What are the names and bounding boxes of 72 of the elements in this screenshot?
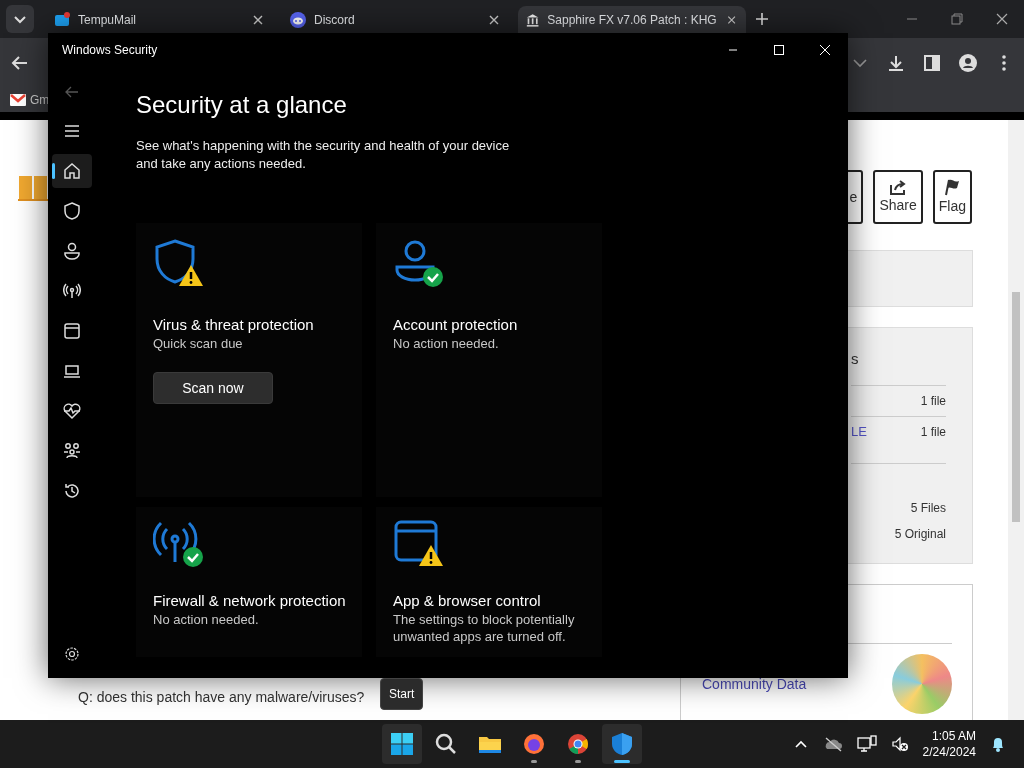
- status-card[interactable]: Virus & threat protection Quick scan due Scan now: [136, 223, 362, 497]
- card-title: App & browser control: [393, 591, 542, 611]
- browser-icon: [566, 732, 590, 756]
- start-button[interactable]: [382, 724, 422, 764]
- flag-icon: [943, 177, 962, 196]
- clock-time[interactable]: 1:05 AM: [922, 728, 976, 744]
- antenna-icon: [62, 282, 81, 300]
- restore-icon[interactable]: [949, 11, 965, 27]
- card-status: No action needed.: [153, 611, 260, 628]
- mail-icon: [54, 11, 70, 28]
- people-icon: [62, 442, 81, 460]
- browser-tab[interactable]: TempuMail: [46, 6, 274, 33]
- side-panel-icon[interactable]: [922, 53, 942, 73]
- scrollbar[interactable]: [1008, 120, 1024, 720]
- card-status: No action needed.: [393, 335, 500, 352]
- avatar-circle: [892, 654, 952, 714]
- total-count: 5 Original: [894, 527, 946, 541]
- chat-app-icon: [290, 11, 306, 28]
- question-text: Q: does this patch have any malware/viruses?: [78, 688, 365, 707]
- search-icon: [434, 732, 458, 756]
- window-icon: [62, 322, 81, 340]
- shield-icon: [610, 732, 634, 756]
- bell-icon[interactable]: [990, 735, 1006, 753]
- card-title: Virus & threat protection: [153, 315, 315, 335]
- laptop-icon: [62, 362, 81, 380]
- history-icon: [62, 482, 81, 500]
- file-count: 1 file: [920, 424, 946, 441]
- profile-icon[interactable]: [958, 53, 978, 73]
- card-status: Quick scan due: [153, 335, 244, 352]
- taskbar-app[interactable]: [602, 724, 642, 764]
- windows-logo-icon: [390, 732, 414, 756]
- page-description: See what's happening with the security and health of your device and take any actions needed.: [136, 137, 511, 173]
- clock-date[interactable]: 2/24/2024: [922, 744, 976, 760]
- network-icon[interactable]: [856, 735, 877, 753]
- settings-icon[interactable]: [63, 646, 80, 662]
- scan-button[interactable]: Scan now: [153, 372, 273, 404]
- heart-pulse-icon: [62, 402, 81, 420]
- person-icon: [62, 242, 81, 260]
- card-status: The settings to block potentially unwanted apps are turned off.: [393, 611, 576, 645]
- card-title: Firewall & network protection: [153, 591, 346, 611]
- window-title: Windows Security: [62, 41, 159, 59]
- status-card[interactable]: Account protection No action needed.: [376, 223, 602, 497]
- speaker-muted-icon[interactable]: [890, 736, 909, 752]
- status-card[interactable]: Firewall & network protection No action needed.: [136, 507, 362, 657]
- panel-heading: s: [851, 349, 860, 369]
- action-button[interactable]: Flag: [932, 170, 972, 224]
- browser-icon: [522, 732, 546, 756]
- total-count: 5 Files: [910, 501, 946, 515]
- maximize-icon[interactable]: [773, 43, 785, 56]
- browser-tab[interactable]: Sapphire FX v7.06 Patch : KHG: [518, 6, 746, 33]
- card-title: Account protection: [393, 315, 519, 335]
- share-icon: [889, 178, 908, 195]
- close-icon[interactable]: [994, 11, 1010, 27]
- menu-icon[interactable]: [63, 124, 80, 138]
- browser-tab[interactable]: Discord: [282, 6, 510, 33]
- tooltip: Start: [380, 678, 424, 710]
- action-button[interactable]: Share: [873, 170, 923, 224]
- shield-icon: [62, 202, 81, 220]
- download-icon[interactable]: [886, 53, 906, 73]
- nav-item[interactable]: [51, 154, 92, 188]
- page-heading: Security at a glance: [136, 90, 348, 120]
- mail-icon: [10, 94, 26, 106]
- bookmark[interactable]: Gm: [10, 91, 50, 109]
- close-icon[interactable]: [819, 43, 831, 56]
- new-tab-icon[interactable]: [754, 11, 770, 27]
- building-icon: [526, 11, 540, 28]
- tab-list-icon[interactable]: [6, 5, 34, 33]
- status-card[interactable]: App & browser control The settings to block potentially unwanted apps are turned off.: [376, 507, 602, 657]
- file-count: 1 file: [920, 393, 946, 410]
- home-icon: [62, 162, 81, 180]
- file-link[interactable]: LE: [851, 422, 867, 442]
- community-link[interactable]: Community Data: [702, 673, 807, 695]
